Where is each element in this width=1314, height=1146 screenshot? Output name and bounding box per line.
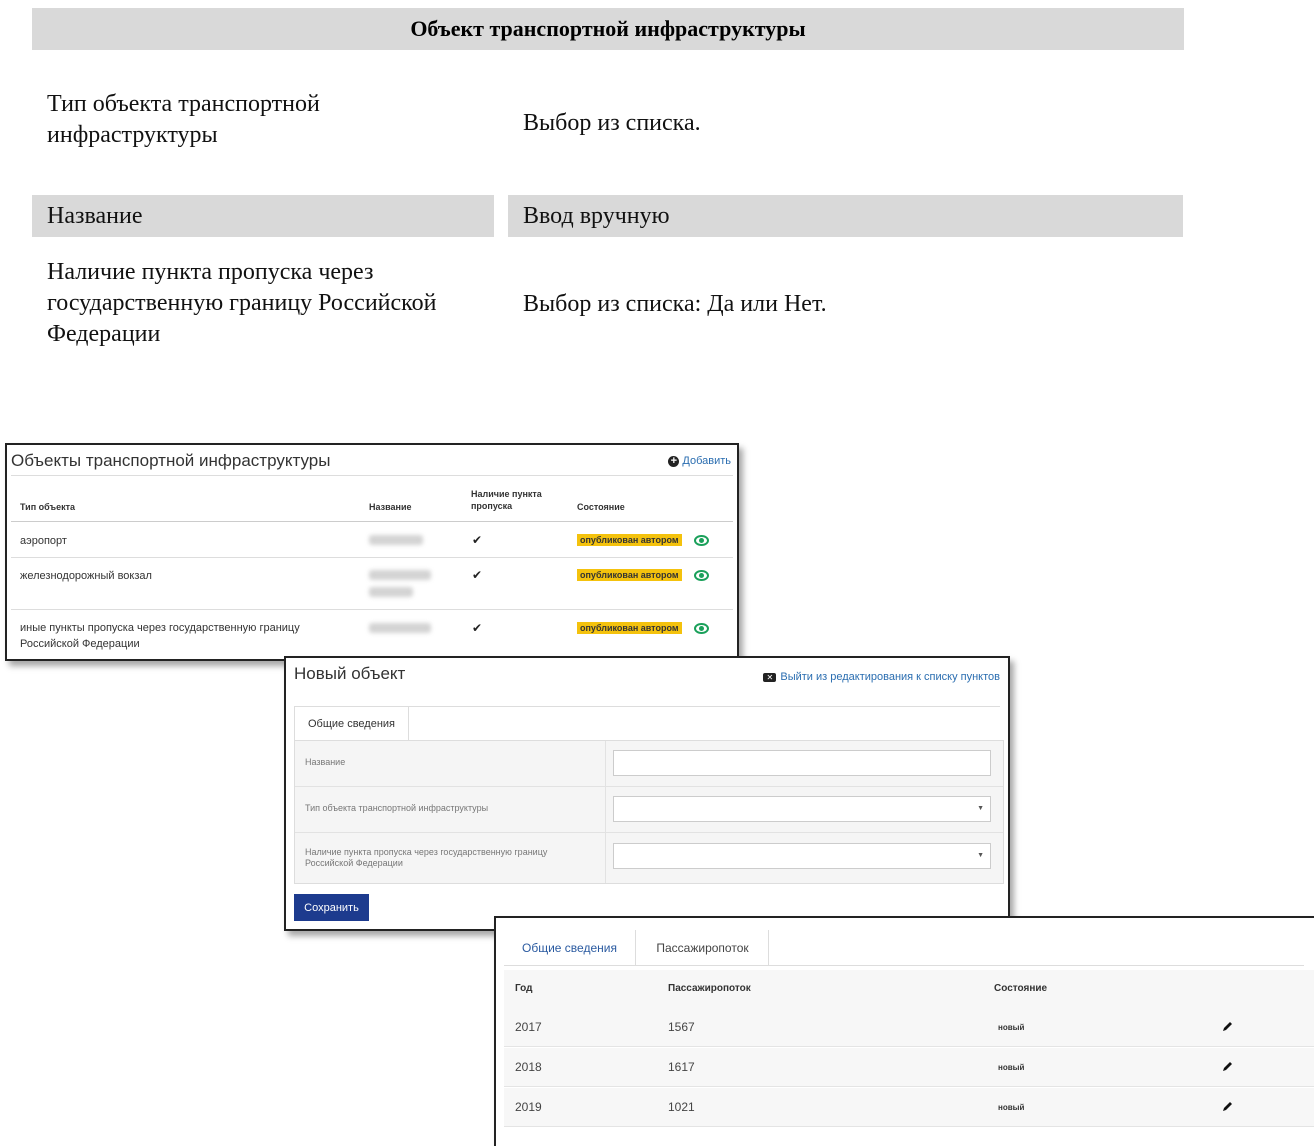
add-button[interactable]: + Добавить [668,455,731,467]
col-header-type: Тип объекта [20,502,76,512]
eye-icon[interactable] [694,535,709,546]
form-row-name: Название [295,741,1003,787]
type-select[interactable]: ▼ [613,796,991,822]
save-button[interactable]: Сохранить [294,894,369,921]
form-row-checkpoint: Наличие пункта пропуска через государств… [295,833,1003,883]
col-header-status: Состояние [577,502,625,512]
table-row: 2019 1021 новый [504,1088,1314,1127]
caret-down-icon: ▼ [977,852,984,859]
table-row: 2018 1617 новый [504,1048,1314,1087]
doc-label-name: Название [32,195,494,237]
col-header-checkpoint: Наличие пункта пропуска [471,489,542,511]
checkpoint-select[interactable]: ▼ [613,843,991,869]
pencil-icon[interactable] [1222,1020,1234,1032]
eye-icon[interactable] [694,623,709,634]
status-badge: опубликован автором [577,569,682,581]
year-cell: 2019 [515,1100,542,1114]
status-badge: опубликован автором [577,534,682,546]
exit-edit-label: Выйти из редактирования к списку пунктов [780,671,1000,683]
status-badge: новый [998,1063,1025,1072]
divider [605,787,606,832]
doc-heading: Объект транспортной инфраструктуры [32,8,1184,50]
table-row: 2017 1567 новый [504,1008,1314,1047]
form-row-type: Тип объекта транспортной инфраструктуры … [295,787,1003,833]
check-icon: ✔ [472,568,483,582]
check-icon: ✔ [472,533,483,547]
tab-general[interactable]: Общие сведения [504,930,636,966]
form-table: Название Тип объекта транспортной инфрас… [294,740,1004,884]
flow-cell: 1617 [668,1060,695,1074]
pencil-icon[interactable] [1222,1100,1234,1112]
status-badge: опубликован автором [577,622,682,634]
backspace-icon: ✕ [763,672,777,682]
year-cell: 2018 [515,1060,542,1074]
object-type-cell: аэропорт [20,535,67,547]
object-type-cell: иные пункты пропуска через государственн… [20,622,300,650]
status-badge: новый [998,1103,1025,1112]
eye-icon[interactable] [694,570,709,581]
tab-general[interactable]: Общие сведения [294,706,409,740]
object-type-cell: железнодорожный вокзал [20,570,152,582]
new-object-form-panel: Новый объект ✕ Выйти из редактирования к… [284,656,1010,931]
status-badge: новый [998,1023,1025,1032]
objects-list-panel: Объекты транспортной инфраструктуры + До… [5,443,739,661]
divider [605,833,606,883]
flow-cell: 1567 [668,1020,695,1034]
doc-label-checkpoint: Наличие пункта пропуска через государств… [47,259,437,347]
divider [11,475,733,476]
field-label: Наличие пункта пропуска через государств… [305,847,548,868]
panel-title: Объекты транспортной инфраструктуры [11,451,331,470]
passenger-flow-panel: Общие сведения Пассажиропоток Год Пассаж… [494,916,1314,1146]
field-label: Тип объекта транспортной инфраструктуры [305,803,489,813]
tab-bar: Общие сведения Пассажиропоток [504,930,1304,966]
doc-value-checkpoint: Выбор из списка: Да или Нет. [523,291,827,317]
flow-cell: 1021 [668,1100,695,1114]
year-cell: 2017 [515,1020,542,1034]
name-input[interactable] [613,750,991,776]
col-header-status: Состояние [994,983,1048,994]
table-header: Год Пассажиропоток Состояние [504,970,1314,1010]
doc-value-type: Выбор из списка. [523,110,701,136]
header-divider [11,521,733,522]
check-icon: ✔ [472,621,483,635]
row-divider [11,609,733,610]
col-header-name: Название [369,502,412,512]
field-label: Название [305,757,346,767]
caret-down-icon: ▼ [977,805,984,812]
tab-passenger-flow[interactable]: Пассажиропоток [637,930,769,966]
pencil-icon[interactable] [1222,1060,1234,1072]
divider [605,741,606,786]
doc-value-name: Ввод вручную [508,195,1183,237]
plus-circle-icon: + [668,455,680,467]
exit-edit-link[interactable]: ✕ Выйти из редактирования к списку пункт… [763,671,1000,683]
blurred-name [369,535,423,545]
col-header-year: Год [515,983,533,994]
blurred-name [369,587,413,597]
doc-label-type: Тип объекта транспортной инфраструктуры [47,91,320,148]
col-header-flow: Пассажиропоток [668,983,751,994]
blurred-name [369,570,431,580]
add-label: Добавить [682,455,731,467]
form-title: Новый объект [294,664,406,683]
blurred-name [369,623,431,633]
row-divider [11,557,733,558]
